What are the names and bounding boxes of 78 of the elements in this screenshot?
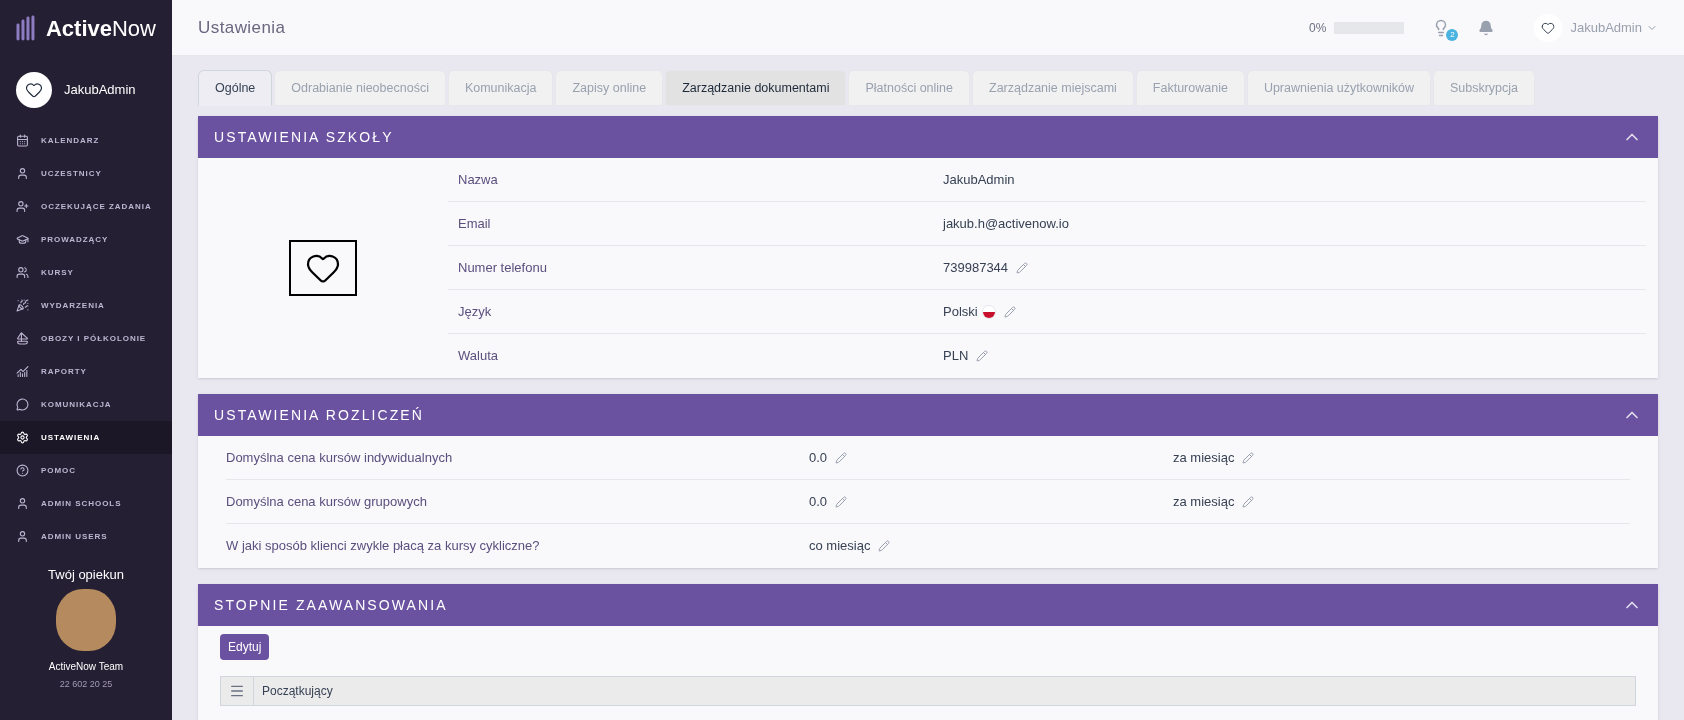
pencil-icon[interactable] [1003,305,1016,318]
nav-item[interactable]: ADMIN SCHOOLS [0,487,172,520]
section-header[interactable]: STOPNIE ZAAWANSOWANIA [198,584,1658,626]
people-icon [16,266,29,279]
field-label: W jaki sposób klienci zwykle płacą za kursy cykliczne? [226,537,541,556]
nav-item[interactable]: KOMUNIKACJA [0,388,172,421]
nav-item[interactable]: KALENDARZ [0,124,172,157]
field-label: Język [457,302,493,321]
pencil-icon[interactable] [1242,451,1255,464]
avatar [1534,13,1563,42]
field-value: co miesiąc [809,537,871,556]
nav-item[interactable]: OCZEKUJĄCE ZADANIA [0,190,172,223]
caretaker-title: Twój opiekun [48,566,124,584]
chart-icon [16,365,29,378]
pencil-icon[interactable] [1016,261,1029,274]
tab[interactable]: Ogólne [198,70,273,106]
person-plus-icon [16,200,29,213]
nav-item[interactable]: OBOZY I PÓŁKOLONIE [0,322,172,355]
level-name: Początkujący [253,677,333,705]
edit-button[interactable]: Edytuj [220,634,270,660]
field-unit: za miesiąc [1173,448,1235,467]
pencil-icon[interactable] [835,451,848,464]
calendar-icon [16,134,29,147]
avatar [16,72,52,108]
caretaker-phone: 22 602 20 25 [59,677,113,691]
field-label: Numer telefonu [457,258,548,277]
field-value: JakubAdmin [943,170,1015,189]
section-header[interactable]: USTAWIENIA ROZLICZEŃ [198,394,1658,436]
field-value: 0.0 [809,448,828,467]
field-label: Email [457,214,492,233]
pencil-icon[interactable] [1242,495,1255,508]
school-logo [289,240,357,296]
sailboat-icon [16,332,29,345]
notification-badge: 2 [1446,28,1459,41]
progress-reading: 0% [1309,19,1327,37]
field-value: 0.0 [809,492,828,511]
field-unit: za miesiąc [1173,492,1235,511]
photo-placeholder [56,588,116,651]
nav-item[interactable]: USTAWIENIA [0,421,172,454]
person-icon [16,530,29,543]
pencil-icon[interactable] [835,495,848,508]
field-label: Domyślna cena kursów indywidualnych [226,448,454,467]
field-label: Nazwa [457,170,499,189]
nav-item[interactable]: POMOC [0,454,172,487]
section-title: USTAWIENIA ROZLICZEŃ [214,405,424,425]
person-icon [16,167,29,180]
nav-item[interactable]: RAPORTY [0,355,172,388]
caretaker-name: ActiveNow Team [48,659,124,674]
user-name: JakubAdmin [64,81,136,100]
field-value: jakub.h@activenow.io [943,214,1069,233]
settings-icon [16,431,29,444]
logo-text: ActiveNow [45,14,156,43]
tab[interactable]: Zarządzanie dokumentami [665,70,847,106]
field-value: PLN [943,347,969,366]
graduation-cap-icon [16,233,29,246]
bell-icon[interactable] [1478,19,1495,36]
nav-item[interactable]: PROWADZĄCY [0,223,172,256]
nav-item[interactable]: KURSY [0,256,172,289]
party-popper-icon [16,299,29,312]
section-title: USTAWIENIA SZKOŁY [214,127,394,147]
page-title: Ustawienia [198,16,287,39]
nav-item[interactable]: UCZESTNICY [0,157,172,190]
drag-handle-icon[interactable] [229,683,245,699]
field-label: Domyślna cena kursów grupowych [226,492,428,511]
person-icon [16,497,29,510]
field-label: Waluta [457,347,499,366]
flag-icon [981,304,996,319]
nav-item[interactable]: ADMIN USERS [0,520,172,553]
help-icon [16,464,29,477]
field-value: 739987344 [943,258,1009,277]
section-header[interactable]: USTAWIENIA SZKOŁY [198,116,1658,158]
nav-item[interactable]: WYDARZENIA [0,289,172,322]
field-value: Polski [943,302,978,321]
chat-icon [16,398,29,411]
level-row[interactable]: Początkujący [220,676,1636,706]
pencil-icon[interactable] [976,350,989,362]
pencil-icon[interactable] [878,540,891,552]
section-title: STOPNIE ZAAWANSOWANIA [214,595,448,615]
